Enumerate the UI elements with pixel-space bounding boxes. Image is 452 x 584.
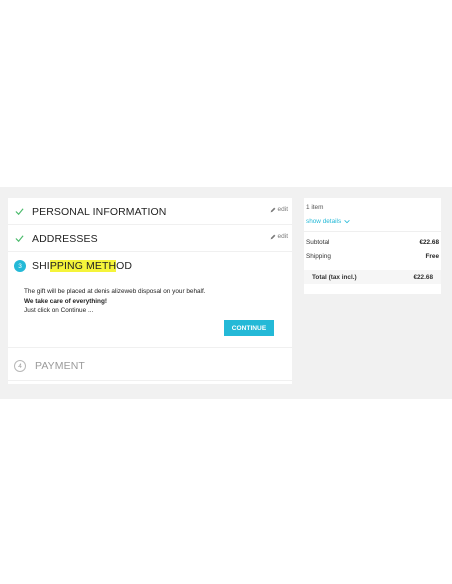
continue-button[interactable]: CONTINUE <box>224 320 274 336</box>
chevron-down-icon <box>344 220 350 224</box>
total-value: €22.68 <box>413 274 433 281</box>
step-number-badge: 4 <box>14 360 26 372</box>
show-details-label: show details <box>306 218 342 225</box>
divider <box>304 231 441 232</box>
edit-link[interactable]: edit <box>270 206 288 213</box>
step-title: ADDRESSES <box>32 233 98 245</box>
step-personal-information[interactable]: PERSONAL INFORMATION edit <box>8 198 292 225</box>
cart-summary: 1 item show details Subtotal €22.68 Ship… <box>304 198 441 294</box>
shipping-message: The gift will be placed at denis alizewe… <box>24 287 284 316</box>
title-part: OD <box>116 260 133 272</box>
check-icon <box>15 208 24 216</box>
shipping-row: Shipping Free <box>306 253 439 260</box>
step-title: SHIPPING METHOD <box>32 260 132 272</box>
edit-label: edit <box>277 233 288 240</box>
edit-label: edit <box>277 206 288 213</box>
step-payment: 4 PAYMENT <box>8 352 292 381</box>
items-count: 1 item <box>306 204 324 211</box>
step-addresses[interactable]: ADDRESSES edit <box>8 225 292 252</box>
total-row: Total (tax incl.) €22.68 <box>312 274 433 281</box>
check-icon <box>15 235 24 243</box>
shipping-value: Free <box>425 253 440 260</box>
total-box: Total (tax incl.) €22.68 <box>304 270 441 284</box>
title-highlight: PPING METH <box>49 260 117 272</box>
step-header: ADDRESSES edit <box>8 225 292 252</box>
total-label: Total (tax incl.) <box>312 274 357 281</box>
step-title: PERSONAL INFORMATION <box>32 206 167 218</box>
step-header: PERSONAL INFORMATION edit <box>8 198 292 225</box>
step-title: PAYMENT <box>35 360 85 372</box>
pencil-icon <box>270 207 275 212</box>
show-details-link[interactable]: show details <box>306 218 350 225</box>
subtotal-label: Subtotal <box>306 239 330 246</box>
title-part: SHI <box>32 260 50 272</box>
pencil-icon <box>270 234 275 239</box>
edit-link[interactable]: edit <box>270 233 288 240</box>
subtotal-value: €22.68 <box>419 239 439 246</box>
message-line: The gift will be placed at denis alizewe… <box>24 288 206 295</box>
checkout-steps: PERSONAL INFORMATION edit ADDRESSES edit <box>8 198 292 384</box>
subtotal-row: Subtotal €22.68 <box>306 239 439 246</box>
step-number-badge: 3 <box>14 260 26 272</box>
shipping-label: Shipping <box>306 253 331 260</box>
message-line: Just click on Continue ... <box>24 307 94 314</box>
message-line-bold: We take care of everything! <box>24 297 107 305</box>
